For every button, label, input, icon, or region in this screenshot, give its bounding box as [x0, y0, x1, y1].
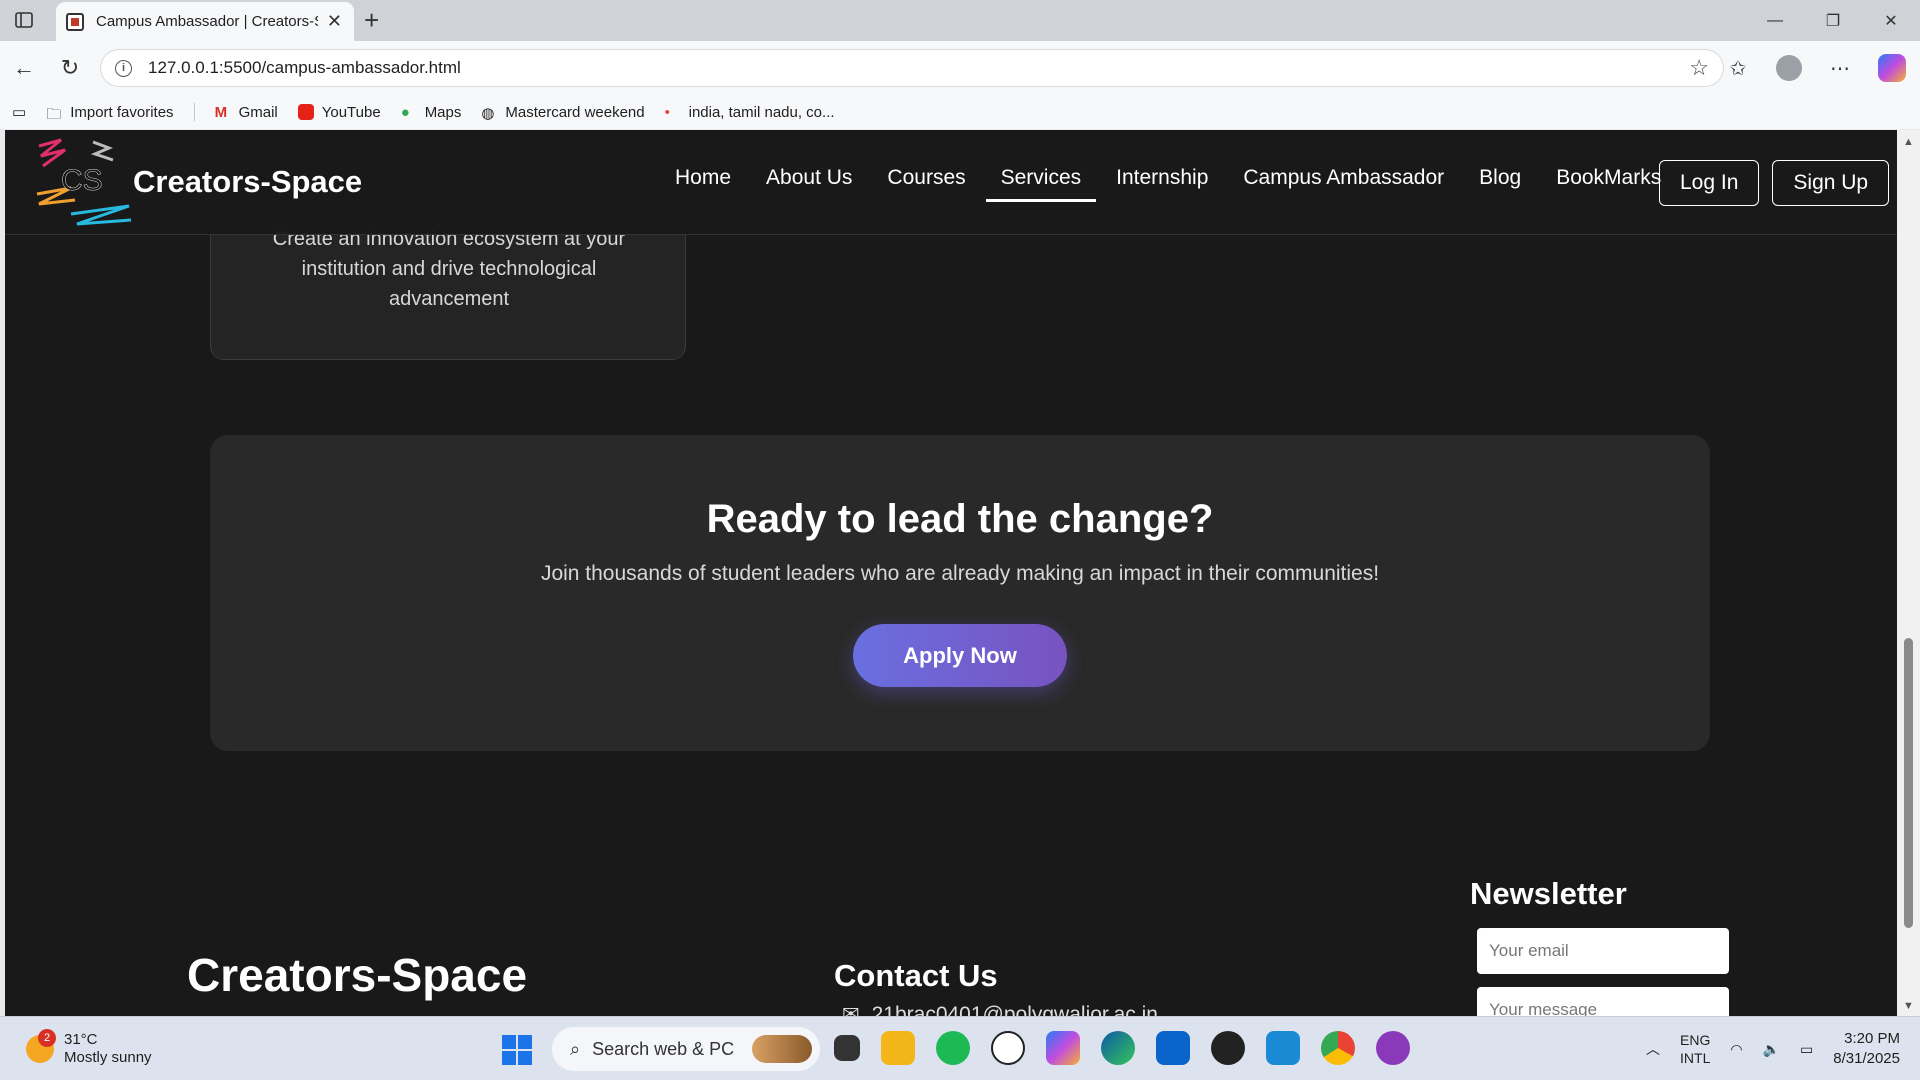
signup-button[interactable]: Sign Up [1772, 160, 1890, 206]
bookmark-maps[interactable]: ● Maps [400, 104, 462, 122]
nav-courses[interactable]: Courses [887, 158, 965, 198]
outlook-icon[interactable] [1156, 1031, 1190, 1065]
nav-bookmarks[interactable]: BookMarks [1556, 158, 1661, 198]
task-view-icon[interactable] [834, 1035, 860, 1061]
folder-icon: 🗀 [46, 106, 62, 123]
bookmarks-bar: ▭ 🗀 Import favorites M Gmail YouTube ● Maps… [0, 95, 1920, 129]
newsletter-message-input[interactable]: Your message [1477, 987, 1729, 1016]
scrollbar-thumb[interactable] [1904, 638, 1913, 928]
tab-title: Campus Ambassador | Creators-S [96, 13, 318, 30]
file-explorer-icon[interactable] [881, 1031, 915, 1065]
nav-campus-ambassador[interactable]: Campus Ambassador [1243, 158, 1444, 198]
favorites-icon[interactable]: ✩ [1722, 52, 1754, 84]
address-bar-row: ← ↻ i 127.0.0.1:5500/campus-ambassador.h… [0, 41, 1920, 95]
cta-subtitle: Join thousands of student leaders who ar… [540, 562, 1380, 585]
browser-tab[interactable]: Campus Ambassador | Creators-S ✕ [56, 2, 354, 41]
cta-title: Ready to lead the change? [706, 497, 1214, 541]
scroll-down-icon[interactable]: ▼ [1903, 1000, 1914, 1012]
back-icon[interactable]: ← [8, 52, 40, 84]
tab-actions-icon[interactable] [12, 9, 36, 31]
page-scrollbar[interactable]: ▲ ▼ [1897, 130, 1920, 1016]
nav-internship[interactable]: Internship [1116, 158, 1208, 198]
volume-icon[interactable]: 🔈 [1763, 1041, 1780, 1058]
close-tab-icon[interactable]: ✕ [327, 11, 342, 32]
address-bar[interactable]: i 127.0.0.1:5500/campus-ambassador.html … [100, 49, 1724, 87]
maps-pin-icon: ● [400, 104, 410, 121]
url-text[interactable]: 127.0.0.1:5500/campus-ambassador.html [148, 58, 461, 78]
gmail-icon: M [214, 104, 228, 121]
profile-avatar[interactable] [1776, 55, 1802, 81]
search-highlight-image [752, 1035, 812, 1063]
page-viewport: Create an innovation ecosystem at your i… [5, 130, 1897, 1016]
flame-icon: • [664, 104, 670, 121]
login-button[interactable]: Log In [1659, 160, 1760, 206]
notification-badge: 2 [38, 1029, 56, 1047]
site-info-icon[interactable]: i [115, 59, 132, 77]
contact-email[interactable]: ✉ 21brac0401@polygwalior.ac.in [842, 1002, 1158, 1017]
battery-icon[interactable]: ▭ [1800, 1041, 1813, 1058]
svg-text:CS: CS [61, 164, 103, 197]
site-favicon-icon [66, 12, 84, 31]
site-header: CS Creators-Space Home About Us Courses … [5, 130, 1897, 235]
nav-blog[interactable]: Blog [1479, 158, 1521, 198]
newsletter-title: Newsletter [1470, 876, 1627, 911]
bookmarks-menu-icon[interactable]: ▭ [12, 103, 26, 121]
copilot-icon[interactable] [1878, 54, 1906, 82]
youtube-icon [297, 104, 314, 120]
media-player-icon[interactable] [1211, 1031, 1245, 1065]
restore-icon[interactable]: ❐ [1804, 0, 1862, 41]
chrome-icon[interactable] [1321, 1031, 1355, 1065]
favorite-star-icon[interactable]: ☆ [1689, 55, 1709, 81]
globe-icon: ◍ [481, 105, 495, 122]
more-menu-icon[interactable]: ⋯ [1824, 52, 1856, 84]
nav-home[interactable]: Home [675, 158, 731, 198]
close-window-icon[interactable]: ✕ [1862, 0, 1920, 41]
vscode-icon[interactable] [1266, 1031, 1300, 1065]
minimize-icon[interactable]: — [1746, 0, 1804, 41]
edge-icon[interactable] [1101, 1031, 1135, 1065]
feature-card-text: Create an innovation ecosystem at your i… [272, 228, 626, 310]
wifi-icon[interactable]: ◠ [1730, 1041, 1742, 1058]
newsletter-email-input[interactable]: Your email [1477, 928, 1729, 974]
bookmark-mastercard[interactable]: ◍ Mastercard weekend [481, 104, 644, 123]
spotify-icon[interactable] [936, 1031, 970, 1065]
show-hidden-icons[interactable]: ︿ [1646, 1039, 1660, 1059]
cta-section: Ready to lead the change? Join thousands… [210, 435, 1710, 751]
refresh-icon[interactable]: ↻ [54, 52, 86, 84]
system-clock[interactable]: 3:20 PM 8/31/2025 [1833, 1029, 1900, 1069]
search-icon: ⌕ [570, 1038, 581, 1059]
bookmark-india[interactable]: • india, tamil nadu, co... [664, 104, 835, 122]
language-indicator[interactable]: ENG INTL [1680, 1031, 1710, 1067]
dell-icon[interactable] [991, 1031, 1025, 1065]
envelope-icon: ✉ [842, 1003, 860, 1016]
windows-start-icon[interactable] [502, 1035, 532, 1065]
scroll-up-icon[interactable]: ▲ [1903, 136, 1914, 148]
sun-icon: 2 [26, 1029, 56, 1063]
tab-strip: Campus Ambassador | Creators-S ✕ + — ❐ ✕ [0, 0, 1920, 41]
taskbar-search[interactable]: ⌕ Search web & PC [552, 1027, 820, 1071]
copilot-app-icon[interactable] [1046, 1031, 1080, 1065]
nav-services[interactable]: Services [985, 158, 1096, 202]
bookmark-import[interactable]: 🗀 Import favorites [46, 104, 173, 124]
weather-temp: 31°C [64, 1031, 98, 1048]
site-nav: Home About Us Courses Services Internshi… [675, 158, 1661, 202]
nav-about-us[interactable]: About Us [766, 158, 852, 198]
creators-space-logo[interactable]: CS [31, 134, 135, 232]
site-brand[interactable]: Creators-Space [133, 164, 362, 200]
weather-widget[interactable]: 2 31°C Mostly sunny [26, 1029, 152, 1067]
taskbar-search-text: Search web & PC [592, 1038, 735, 1059]
bookmark-youtube[interactable]: YouTube [297, 104, 381, 121]
github-desktop-icon[interactable] [1376, 1031, 1410, 1065]
windows-taskbar: 2 31°C Mostly sunny ⌕ Search web & PC ︿ … [0, 1016, 1920, 1080]
bookmark-gmail[interactable]: M Gmail [214, 104, 278, 122]
contact-title: Contact Us [834, 958, 998, 993]
weather-desc: Mostly sunny [64, 1049, 152, 1066]
apply-now-button[interactable]: Apply Now [853, 624, 1067, 687]
footer-brand: Creators-Space [187, 949, 528, 1001]
new-tab-button[interactable]: + [364, 5, 379, 36]
